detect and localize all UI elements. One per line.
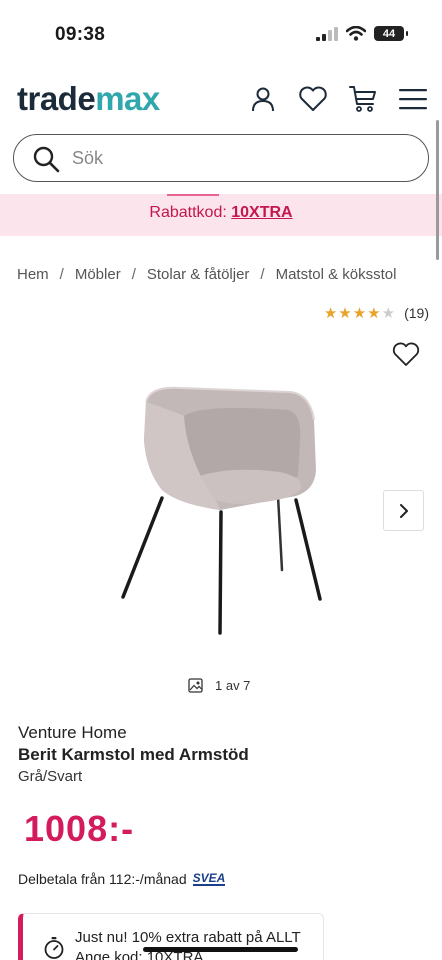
trademax-logo[interactable]: trademax	[17, 80, 160, 118]
rating-stars: ★★★★★	[323, 305, 397, 322]
deal-line-1: Just nu! 10% extra rabatt på ALLT	[75, 929, 301, 946]
deal-banner[interactable]: Just nu! 10% extra rabatt på ALLT Ange k…	[18, 913, 324, 960]
product-rating[interactable]: ★★★★★ (19)	[324, 304, 429, 322]
image-icon	[188, 678, 203, 693]
home-indicator[interactable]	[143, 947, 298, 952]
signal-icon	[316, 26, 338, 41]
product-variant: Grå/Svart	[18, 768, 83, 785]
product-price: 1008:-	[24, 808, 135, 849]
breadcrumb-item-matstol[interactable]: Matstol & köksstol	[276, 266, 397, 283]
promo-prefix: Rabattkod:	[149, 204, 232, 221]
search-bar[interactable]	[13, 134, 429, 182]
menu-icon	[399, 89, 427, 110]
rating-count: (19)	[404, 305, 429, 321]
status-bar: 09:38 44	[0, 0, 442, 64]
breadcrumb-item-hem[interactable]: Hem	[17, 266, 49, 283]
product-brand[interactable]: Venture Home	[18, 723, 127, 743]
installment-text: Delbetala från 112:-/månad	[18, 871, 187, 887]
account-button[interactable]	[248, 84, 278, 114]
gallery-counter[interactable]: 1 av 7	[188, 678, 250, 693]
logo-text-max: max	[95, 80, 160, 117]
battery-icon: 44	[374, 26, 408, 41]
wishlist-button[interactable]	[298, 84, 328, 114]
cart-icon	[349, 86, 376, 112]
breadcrumb-item-stolar[interactable]: Stolar & fåtöljer	[147, 266, 250, 283]
heart-icon	[392, 342, 420, 366]
wifi-icon	[346, 26, 366, 41]
search-input[interactable]	[72, 145, 402, 171]
installment-info[interactable]: Delbetala från 112:-/månad SVEA	[18, 871, 226, 887]
site-header: trademax	[0, 78, 442, 128]
breadcrumb-item-mobler[interactable]: Möbler	[75, 266, 121, 283]
chevron-right-icon	[399, 503, 408, 518]
breadcrumb-separator: /	[131, 266, 136, 283]
product-title: Berit Karmstol med Armstöd	[18, 745, 249, 764]
status-icons: 44	[316, 26, 408, 41]
clock-icon	[44, 937, 64, 959]
breadcrumb-separator: /	[260, 266, 265, 283]
wishlist-heart-icon	[299, 86, 327, 111]
menu-button[interactable]	[398, 84, 428, 114]
promo-accent	[167, 194, 219, 196]
header-actions	[248, 84, 428, 114]
breadcrumb-separator: /	[59, 266, 64, 283]
search-icon[interactable]	[32, 145, 60, 173]
logo-text-trade: trade	[17, 80, 96, 117]
cart-button[interactable]	[348, 84, 378, 114]
product-image[interactable]	[110, 380, 340, 640]
account-icon	[252, 87, 274, 112]
chair-image	[121, 386, 322, 635]
svea-logo: SVEA	[192, 871, 226, 886]
next-image-button[interactable]	[383, 490, 424, 531]
breadcrumb: Hem / Möbler / Stolar & fåtöljer / Matst…	[17, 266, 396, 283]
scrollbar-thumb[interactable]	[436, 120, 439, 260]
promo-banner[interactable]: Rabattkod: 10XTRA	[0, 194, 442, 236]
add-to-wishlist-button[interactable]	[392, 342, 420, 372]
gallery-counter-text: 1 av 7	[215, 678, 251, 693]
status-time: 09:38	[55, 24, 106, 45]
promo-code[interactable]: 10XTRA	[231, 204, 292, 221]
